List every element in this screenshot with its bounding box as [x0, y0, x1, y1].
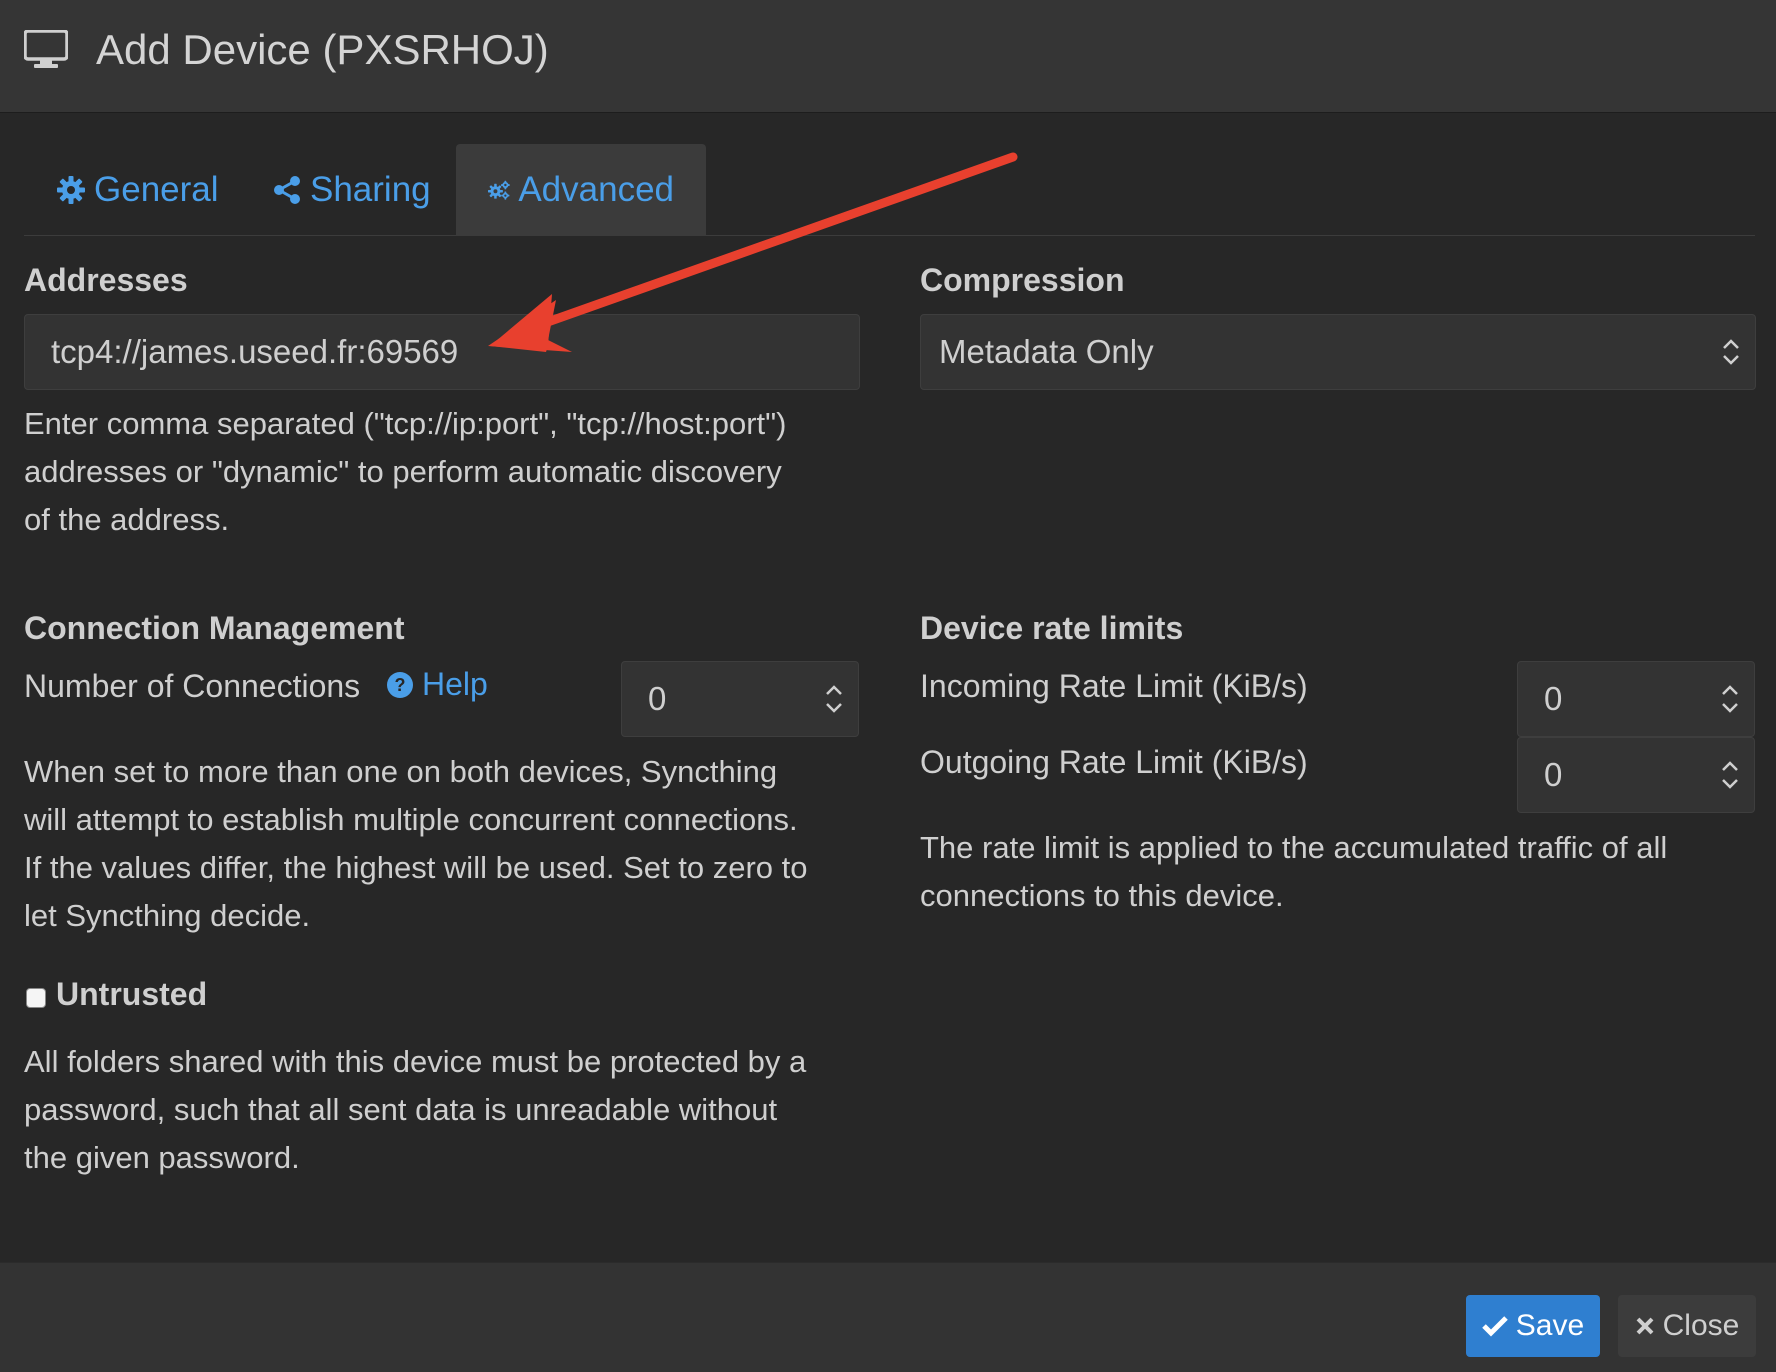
connections-desc-line-2: will attempt to establish multiple concu…: [24, 802, 798, 837]
close-button-label: Close: [1662, 1309, 1740, 1342]
gear-icon: [57, 176, 85, 204]
help-link-label: Help: [422, 666, 488, 702]
addresses-input[interactable]: tcp4://james.useed.fr:69569: [24, 314, 860, 390]
addresses-label: Addresses: [24, 262, 188, 298]
select-arrows-icon: [1723, 339, 1739, 365]
incoming-rate-input[interactable]: 0: [1517, 661, 1755, 737]
num-connections-value: 0: [648, 680, 667, 717]
rate-limits-desc-line-1: The rate limit is applied to the accumul…: [920, 830, 1668, 865]
question-circle-icon: ?: [387, 671, 413, 698]
rate-limits-desc-line-2: connections to this device.: [920, 878, 1284, 913]
check-icon: [1482, 1316, 1508, 1337]
desktop-icon: [24, 30, 68, 68]
outgoing-rate-value: 0: [1544, 756, 1563, 793]
num-connections-input[interactable]: 0: [621, 661, 859, 737]
save-button[interactable]: Save: [1466, 1295, 1600, 1357]
gears-icon: [488, 180, 510, 200]
close-icon: [1636, 1317, 1654, 1335]
tab-general[interactable]: General: [24, 144, 251, 236]
addresses-input-value: tcp4://james.useed.fr:69569: [51, 333, 459, 370]
dialog-header: Add Device (PXSRHOJ): [0, 0, 1776, 113]
help-link[interactable]: ? Help: [386, 666, 488, 703]
tab-bar: General Sharing Advanced: [24, 144, 1755, 236]
share-icon: [274, 176, 300, 204]
untrusted-checkbox[interactable]: [26, 988, 46, 1008]
untrusted-label: Untrusted: [56, 976, 208, 1012]
save-button-label: Save: [1515, 1309, 1585, 1342]
svg-text:?: ?: [395, 675, 406, 695]
stepper-arrows-icon[interactable]: [1720, 758, 1740, 792]
tab-sharing-label: Sharing: [310, 170, 431, 209]
untrusted-desc-line-1: All folders shared with this device must…: [24, 1044, 807, 1079]
dialog-title: Add Device (PXSRHOJ): [96, 26, 549, 73]
tab-general-label: General: [94, 170, 219, 209]
compression-label: Compression: [920, 262, 1125, 298]
incoming-rate-label: Incoming Rate Limit (KiB/s): [920, 668, 1308, 704]
outgoing-rate-input[interactable]: 0: [1517, 737, 1755, 813]
addresses-help-line-2: addresses or "dynamic" to perform automa…: [24, 454, 782, 489]
untrusted-desc-line-2: password, such that all sent data is unr…: [24, 1092, 778, 1127]
stepper-arrows-icon[interactable]: [824, 682, 844, 716]
outgoing-rate-label: Outgoing Rate Limit (KiB/s): [920, 744, 1308, 780]
addresses-help-line-3: of the address.: [24, 502, 230, 537]
add-device-dialog: Add Device (PXSRHOJ) General Sharing Adv…: [0, 0, 1776, 1372]
connection-management-label: Connection Management: [24, 610, 405, 646]
compression-select[interactable]: Metadata Only: [920, 314, 1756, 390]
num-connections-label: Number of Connections: [24, 668, 361, 704]
tab-advanced-label: Advanced: [518, 170, 674, 209]
dialog-footer: Save Close: [0, 1262, 1776, 1372]
addresses-help-line-1: Enter comma separated ("tcp://ip:port", …: [24, 406, 787, 441]
incoming-rate-value: 0: [1544, 680, 1563, 717]
tab-sharing[interactable]: Sharing: [240, 144, 463, 236]
untrusted-desc-line-3: the given password.: [24, 1140, 300, 1175]
connections-desc-line-1: When set to more than one on both device…: [24, 754, 778, 789]
stepper-arrows-icon[interactable]: [1720, 682, 1740, 716]
connections-desc-line-3: If the values differ, the highest will b…: [24, 850, 808, 885]
compression-selected-value: Metadata Only: [939, 333, 1154, 370]
connections-desc-line-4: let Syncthing decide.: [24, 898, 311, 933]
device-rate-limits-label: Device rate limits: [920, 610, 1184, 646]
tab-advanced[interactable]: Advanced: [456, 144, 706, 236]
close-button[interactable]: Close: [1618, 1295, 1756, 1357]
